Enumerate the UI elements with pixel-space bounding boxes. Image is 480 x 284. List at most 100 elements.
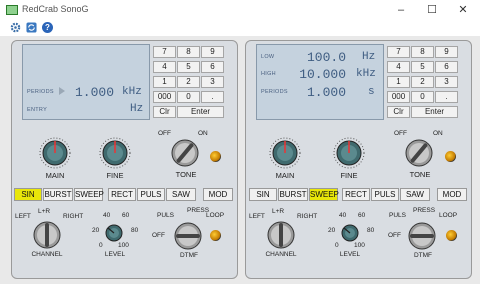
tone-label: TONE: [409, 170, 431, 179]
dtmf-press-label: PRESS: [413, 207, 436, 214]
refresh-icon[interactable]: [26, 22, 37, 33]
fine-knob[interactable]: [99, 137, 131, 169]
channel-lr-label: L+R: [38, 208, 51, 215]
channel-lr-label: L+R: [272, 208, 285, 215]
periods-value: 1.000: [306, 85, 346, 100]
periods-label: PERIODS: [27, 89, 54, 95]
key-5[interactable]: 5: [177, 61, 200, 73]
toolbar: [0, 20, 480, 36]
level-knob[interactable]: [104, 223, 124, 243]
enter-button[interactable]: Enter: [177, 106, 224, 118]
dtmf-switch[interactable]: [173, 221, 203, 251]
key-6[interactable]: 6: [201, 61, 224, 73]
key-2[interactable]: 2: [177, 76, 200, 88]
clear-button[interactable]: Clr: [387, 106, 410, 118]
clear-button[interactable]: Clr: [153, 106, 176, 118]
tone-on-label: ON: [198, 130, 208, 137]
close-button[interactable]: ✕: [452, 2, 474, 18]
key-000[interactable]: 000: [387, 91, 410, 103]
key-7[interactable]: 7: [153, 46, 176, 58]
key-8[interactable]: 8: [411, 46, 434, 58]
lcd-value: 1.000: [74, 85, 114, 100]
high-unit: kHz: [356, 68, 376, 80]
fine-knob[interactable]: [333, 137, 365, 169]
dtmf-label: DTMF: [413, 252, 433, 259]
key-9[interactable]: 9: [435, 46, 458, 58]
window-title: RedCrab SonoG: [22, 4, 89, 14]
dtmf-puls-label: PULS: [157, 212, 174, 219]
wave-sin-button[interactable]: SIN: [249, 188, 277, 201]
main-knob[interactable]: [269, 137, 301, 169]
mod-puls-button[interactable]: PULS: [137, 188, 165, 201]
mod-rect-button[interactable]: RECT: [108, 188, 136, 201]
tone-label: TONE: [175, 170, 197, 179]
tone-off-label: OFF: [158, 130, 171, 137]
level-knob[interactable]: [340, 223, 360, 243]
dtmf-off-label: OFF: [388, 232, 401, 239]
mod-mod-button[interactable]: MOD: [437, 188, 467, 201]
level-tick-0: 0: [99, 242, 103, 249]
key-2[interactable]: 2: [411, 76, 434, 88]
key-4[interactable]: 4: [387, 61, 410, 73]
key-dot[interactable]: .: [435, 91, 458, 103]
help-icon[interactable]: ?: [42, 22, 53, 33]
level-tick-60: 60: [358, 212, 366, 219]
gear-icon[interactable]: [10, 22, 21, 33]
channel-switch[interactable]: [266, 220, 296, 250]
key-3[interactable]: 3: [201, 76, 224, 88]
enter-button[interactable]: Enter: [411, 106, 458, 118]
entry-unit: Hz: [130, 103, 144, 115]
app-icon: [6, 5, 18, 15]
key-6[interactable]: 6: [435, 61, 458, 73]
dtmf-switch[interactable]: [407, 221, 437, 251]
wave-sweep-button[interactable]: SWEEP: [309, 188, 339, 201]
key-5[interactable]: 5: [411, 61, 434, 73]
key-7[interactable]: 7: [387, 46, 410, 58]
dtmf-loop-label: LOOP: [439, 212, 458, 219]
key-dot[interactable]: .: [201, 91, 224, 103]
tone-indicator-lamp: [210, 151, 221, 162]
wave-sin-button[interactable]: SIN: [14, 188, 42, 201]
channel-label: CHANNEL: [31, 251, 63, 258]
dtmf-loop-label: LOOP: [206, 212, 225, 219]
low-value: 100.0: [306, 50, 346, 65]
channel-left-label: LEFT: [249, 213, 265, 220]
mod-saw-button[interactable]: SAW: [400, 188, 430, 201]
key-0[interactable]: 0: [177, 91, 200, 103]
key-8[interactable]: 8: [177, 46, 200, 58]
minimize-button[interactable]: –: [390, 2, 412, 18]
main-label: MAIN: [45, 171, 65, 180]
maximize-button[interactable]: ☐: [421, 2, 443, 18]
channel-right-label: RIGHT: [63, 213, 84, 220]
level-tick-80: 80: [367, 227, 375, 234]
level-tick-80: 80: [131, 227, 139, 234]
level-tick-100: 100: [118, 242, 129, 249]
level-tick-20: 20: [328, 227, 336, 234]
key-9[interactable]: 9: [201, 46, 224, 58]
tone-switch[interactable]: [170, 138, 200, 168]
channel-label: CHANNEL: [265, 251, 297, 258]
mod-puls-button[interactable]: PULS: [371, 188, 399, 201]
wave-burst-button[interactable]: BURST: [43, 188, 73, 201]
level-tick-40: 40: [339, 212, 347, 219]
key-3[interactable]: 3: [435, 76, 458, 88]
fine-label: FINE: [106, 171, 124, 180]
dtmf-label: DTMF: [179, 252, 199, 259]
key-0[interactable]: 0: [411, 91, 434, 103]
key-4[interactable]: 4: [153, 61, 176, 73]
mod-mod-button[interactable]: MOD: [203, 188, 233, 201]
tone-switch[interactable]: [404, 138, 434, 168]
key-1[interactable]: 1: [153, 76, 176, 88]
key-000[interactable]: 000: [153, 91, 176, 103]
key-1[interactable]: 1: [387, 76, 410, 88]
low-unit: Hz: [362, 51, 376, 63]
level-tick-100: 100: [354, 242, 365, 249]
mod-saw-button[interactable]: SAW: [166, 188, 196, 201]
wave-burst-button[interactable]: BURST: [278, 188, 308, 201]
channel-left-label: LEFT: [15, 213, 31, 220]
channel-switch[interactable]: [32, 220, 62, 250]
mod-rect-button[interactable]: RECT: [342, 188, 370, 201]
main-knob[interactable]: [39, 137, 71, 169]
wave-sweep-button[interactable]: SWEEP: [74, 188, 104, 201]
main-label: MAIN: [275, 171, 295, 180]
